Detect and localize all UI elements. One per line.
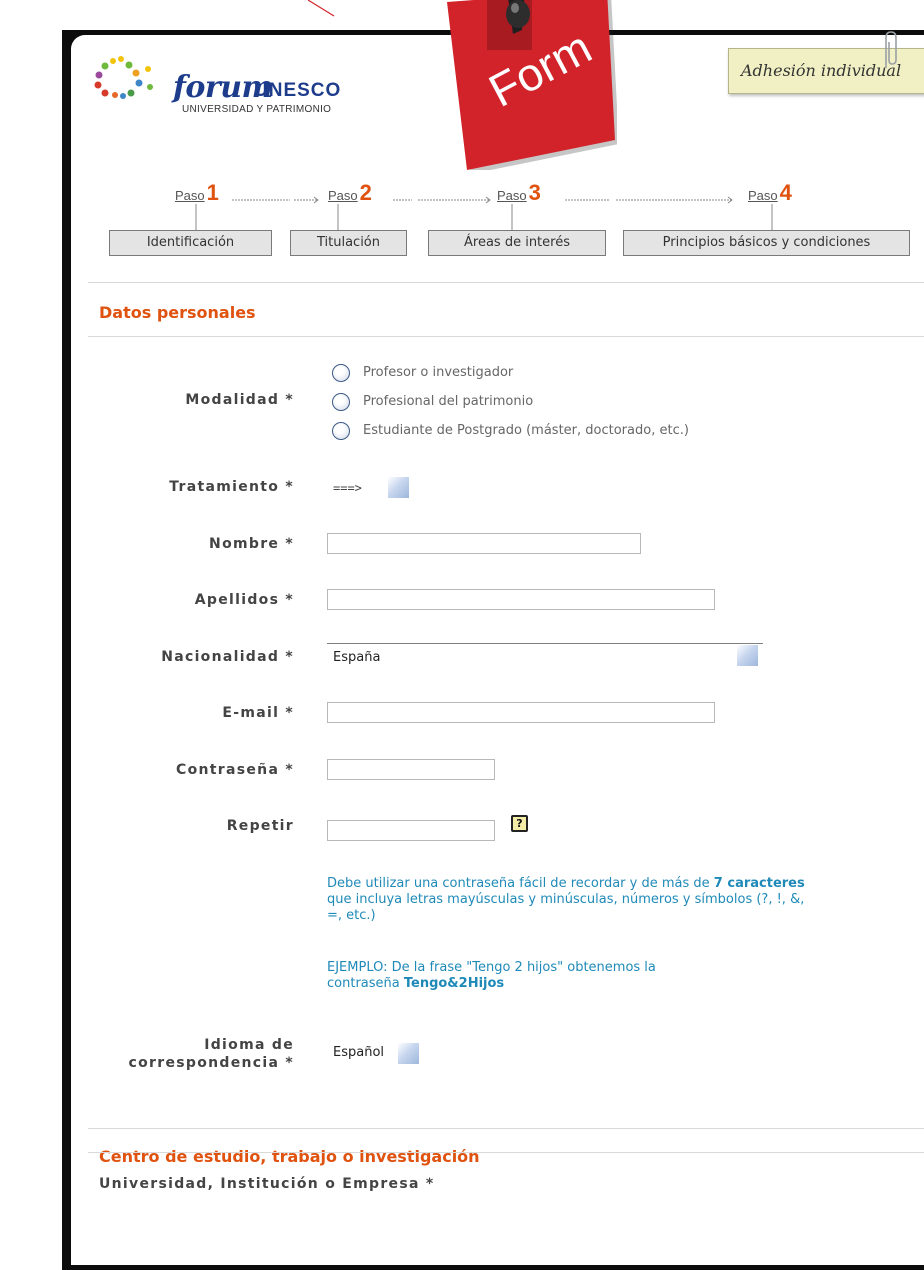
email-label: E-mail *	[222, 705, 294, 721]
nombre-input[interactable]	[327, 533, 641, 554]
contrasena-label: Contraseña *	[176, 762, 294, 778]
password-hint-line-1: Debe utilizar una contraseña fácil de re…	[327, 876, 924, 892]
radio-label: Profesional del patrimonio	[363, 394, 534, 409]
password-hint-bold: 7 caracteres	[713, 876, 805, 891]
repetir-password-input[interactable]	[327, 820, 495, 841]
step-2-number: 2	[359, 180, 372, 205]
idioma-label-line-1: Idioma de	[204, 1037, 294, 1053]
step-2-paso: Paso2	[328, 180, 372, 206]
password-example-text: contraseña	[327, 976, 404, 991]
step-4-paso: Paso4	[748, 180, 792, 206]
step-2-paso-text: Paso	[328, 188, 358, 203]
nacionalidad-select-value[interactable]: España	[333, 650, 380, 665]
step-4-paso-text: Paso	[748, 188, 778, 203]
radio-button[interactable]	[332, 422, 350, 440]
apellidos-input[interactable]	[327, 589, 715, 610]
nacionalidad-dropdown-button[interactable]	[737, 645, 758, 666]
section-title-datos-personales: Datos personales	[99, 303, 256, 322]
radio-label: Estudiante de Postgrado (máster, doctora…	[363, 423, 689, 438]
step-button-titulacion[interactable]: Titulación	[290, 230, 407, 256]
section-divider	[88, 1128, 924, 1129]
idioma-label: Idioma de correspondencia *	[129, 1036, 294, 1072]
email-input[interactable]	[327, 702, 715, 723]
help-icon[interactable]: ?	[511, 815, 528, 832]
step-1-paso: Paso1	[175, 180, 219, 206]
nacionalidad-label: Nacionalidad *	[161, 649, 294, 665]
step-4-number: 4	[779, 180, 792, 205]
step-3-number: 3	[528, 180, 541, 205]
adhesion-tab-label: Adhesión individual	[741, 61, 902, 80]
modalidad-label: Modalidad *	[185, 392, 294, 408]
step-button-principios[interactable]: Principios básicos y condiciones	[623, 230, 910, 256]
paperclip-icon	[885, 31, 897, 68]
repetir-label: Repetir	[226, 818, 294, 834]
password-hint-text: Debe utilizar una contraseña fácil de re…	[327, 876, 714, 891]
section-divider	[88, 282, 924, 283]
step-button-identificacion[interactable]: Identificación	[109, 230, 272, 256]
password-hint-line-3: =, etc.)	[327, 908, 376, 923]
password-hint-line-2: que incluya letras mayúsculas y minúscul…	[327, 892, 805, 907]
flower-logo-icon	[94, 56, 153, 99]
tratamiento-select-value[interactable]: ===>	[333, 481, 362, 495]
idioma-label-line-2: correspondencia *	[128, 1055, 294, 1071]
password-example-bold: Tengo&2Hijos	[403, 976, 505, 991]
section-title-centro: Centro de estudio, trabajo o investigaci…	[99, 1147, 480, 1166]
contrasena-input[interactable]	[327, 759, 495, 780]
section-divider	[88, 336, 924, 337]
password-hint: Debe utilizar una contraseña fácil de re…	[327, 876, 924, 924]
step-1-paso-text: Paso	[175, 188, 205, 203]
radio-label: Profesor o investigador	[363, 365, 514, 380]
nacionalidad-select-border	[327, 643, 763, 644]
password-example-line-1: EJEMPLO: De la frase "Tengo 2 hijos" obt…	[327, 960, 656, 975]
nombre-label: Nombre *	[209, 536, 294, 552]
radio-button[interactable]	[332, 393, 350, 411]
tratamiento-dropdown-button[interactable]	[388, 477, 409, 498]
step-3-paso: Paso3	[497, 180, 541, 206]
logo-subtitle: UNIVERSIDAD Y PATRIMONIO	[182, 104, 332, 115]
logo-unesco-text: UNESCO	[254, 80, 342, 101]
tratamiento-label: Tratamiento *	[169, 479, 294, 495]
password-example-line-2: contraseña Tengo&2Hijos	[327, 976, 924, 992]
red-line-decoration	[307, 0, 335, 17]
step-button-areas[interactable]: Áreas de interés	[428, 230, 606, 256]
radio-button[interactable]	[332, 364, 350, 382]
section-divider	[88, 1152, 924, 1153]
apellidos-label: Apellidos *	[194, 592, 294, 608]
step-3-paso-text: Paso	[497, 188, 527, 203]
idioma-select-value[interactable]: Español	[333, 1045, 384, 1060]
password-example: EJEMPLO: De la frase "Tengo 2 hijos" obt…	[327, 960, 924, 992]
step-1-number: 1	[206, 180, 219, 205]
idioma-dropdown-button[interactable]	[398, 1043, 419, 1064]
universidad-label: Universidad, Institución o Empresa *	[99, 1176, 435, 1192]
